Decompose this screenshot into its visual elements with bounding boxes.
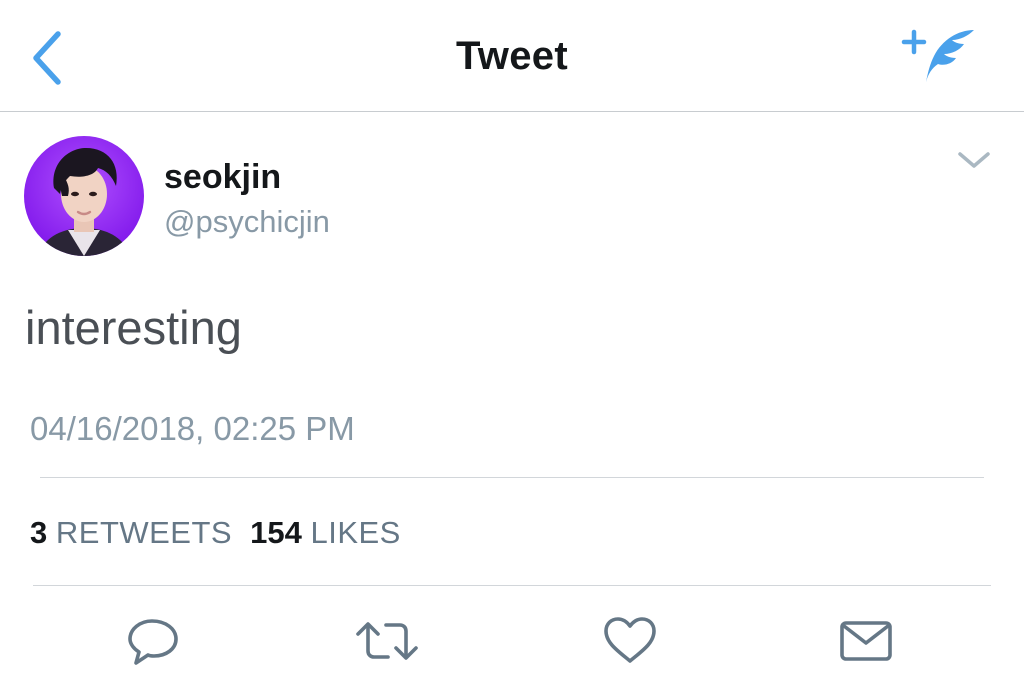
reply-button[interactable] [124,613,184,669]
tweet-text: interesting [25,301,242,354]
nav-bar: Tweet [0,0,1024,112]
divider [33,585,991,586]
retweets-count: 3 [30,515,48,550]
reply-icon [128,619,178,665]
divider [40,477,984,478]
direct-message-button[interactable] [836,613,896,669]
avatar[interactable] [24,136,144,256]
tweet-detail-screen: Tweet seokjin @psychicjin interesting 04… [0,0,1024,694]
page-title: Tweet [456,34,568,78]
heart-icon [604,617,656,663]
avatar-image [24,136,144,256]
envelope-icon [840,621,892,661]
retweets-label: RETWEETS [55,515,233,550]
likes-stat[interactable]: 154 LIKES [250,515,401,550]
retweets-stat[interactable]: 3 RETWEETS [30,515,232,550]
author-handle[interactable]: @psychicjin [164,204,330,240]
like-button[interactable] [600,613,660,669]
compose-tweet-button[interactable] [898,22,982,90]
compose-tweet-icon [901,29,974,82]
likes-label: LIKES [310,515,401,550]
author-display-name[interactable]: seokjin [164,158,281,197]
chevron-down-icon [958,152,990,168]
retweet-icon [356,622,418,660]
tweet-stats: 3 RETWEETS 154 LIKES [30,515,401,551]
retweet-button[interactable] [352,613,418,669]
more-options-button[interactable] [954,146,994,174]
likes-count: 154 [250,515,302,550]
tweet-timestamp: 04/16/2018, 02:25 PM [30,410,355,447]
